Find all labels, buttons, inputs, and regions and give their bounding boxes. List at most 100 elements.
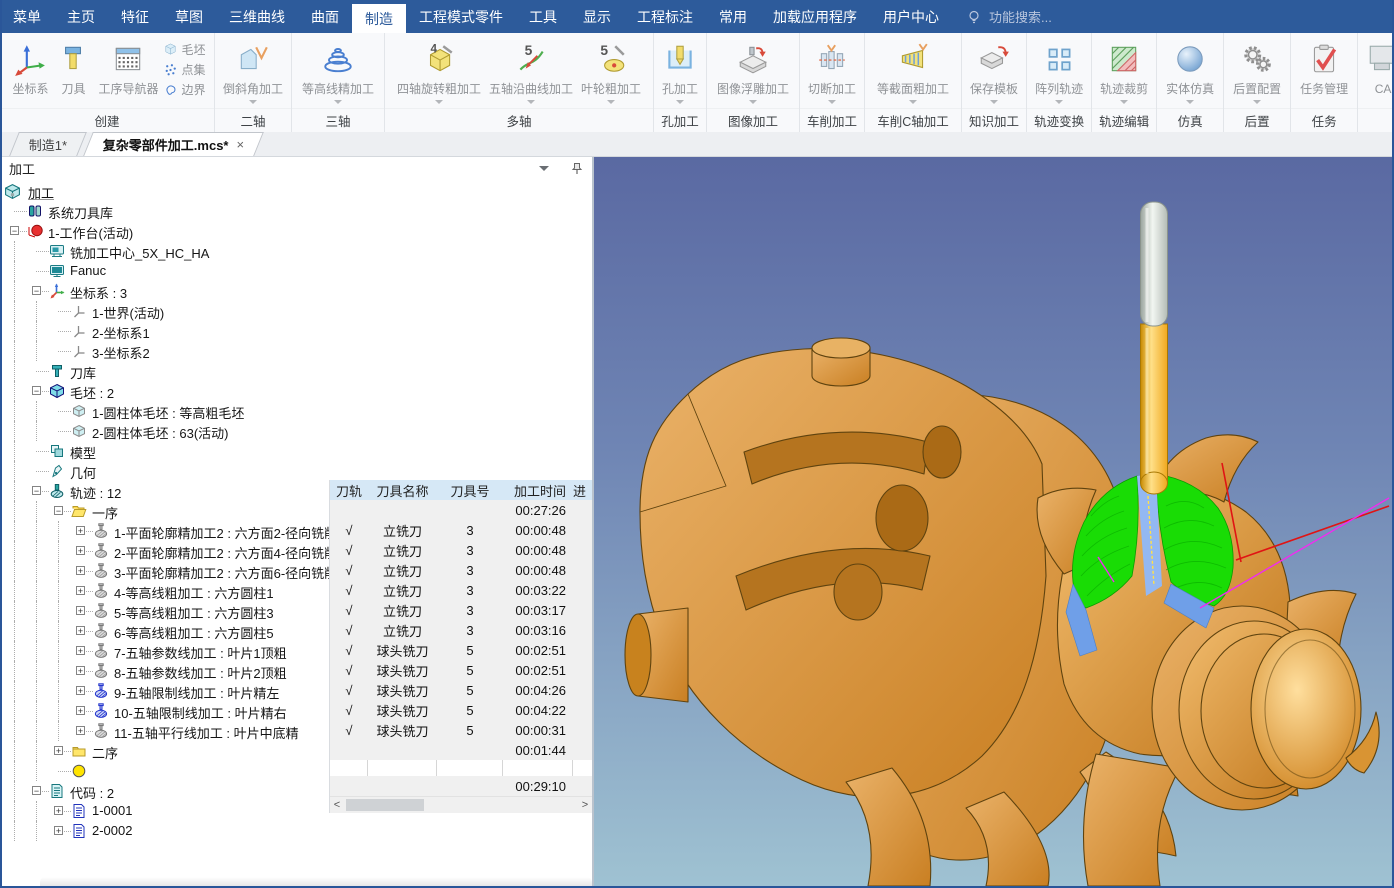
collapse-box-icon[interactable] [32, 486, 41, 495]
ribbon-button[interactable]: CA [1362, 36, 1394, 97]
expand-box-icon[interactable] [76, 726, 85, 735]
ribbon-button[interactable]: 工序导航器 [94, 36, 162, 97]
menu-item-6[interactable]: 曲面 [298, 0, 352, 33]
scroll-right-arrow-icon[interactable]: > [578, 798, 592, 812]
table-row[interactable]: 00:27:26 [330, 500, 592, 520]
pin-icon[interactable] [571, 162, 583, 175]
table-row[interactable]: 00:01:44 [330, 740, 592, 760]
expand-box-icon[interactable] [76, 606, 85, 615]
menu-item-2[interactable]: 主页 [54, 0, 108, 33]
dropdown-caret-icon[interactable] [434, 100, 443, 104]
expand-box-icon[interactable] [76, 546, 85, 555]
close-icon[interactable]: × [237, 137, 245, 152]
expand-box-icon[interactable] [76, 586, 85, 595]
ribbon-button[interactable]: 阵列轨迹 [1031, 36, 1087, 104]
table-column-header[interactable]: 加工时间 [503, 480, 573, 500]
3d-viewport[interactable] [594, 156, 1392, 886]
table-row[interactable]: √ 球头铣刀 5 00:04:22 [330, 700, 592, 720]
menu-item-7-active[interactable]: 制造 [352, 4, 406, 33]
expand-box-icon[interactable] [54, 806, 63, 815]
ribbon-button[interactable]: 4 四轴旋转粗加工 [393, 36, 485, 104]
dropdown-caret-icon[interactable] [607, 100, 616, 104]
tree-item[interactable]: 2-坐标系1 [0, 321, 592, 341]
table-row[interactable]: √ 立铣刀 3 00:03:16 [330, 620, 592, 640]
ribbon-small-button[interactable]: 点集 [163, 59, 206, 79]
document-tab-1[interactable]: 制造1* [9, 132, 88, 156]
menu-item-4[interactable]: 草图 [162, 0, 216, 33]
ribbon-button[interactable]: 5 五轴沿曲线加工 [485, 36, 577, 104]
ribbon-button[interactable]: 图像浮雕加工 [713, 36, 793, 104]
collapse-box-icon[interactable] [54, 506, 63, 515]
menu-item-13[interactable]: 加载应用程序 [760, 0, 870, 33]
expand-box-icon[interactable] [76, 686, 85, 695]
table-column-header[interactable]: 刀具名称 [368, 480, 437, 500]
function-search[interactable]: 功能搜索... [966, 0, 1052, 33]
chevron-down-icon[interactable] [539, 165, 549, 171]
tree-item[interactable]: 毛坯 : 2 [0, 381, 592, 401]
menu-item-10[interactable]: 显示 [570, 0, 624, 33]
document-tab-2-active[interactable]: 复杂零部件加工.mcs* × [83, 132, 265, 156]
table-column-header[interactable]: 刀具号 [437, 480, 503, 500]
menu-item-12[interactable]: 常用 [706, 0, 760, 33]
ribbon-button[interactable]: 等高线精加工 [298, 36, 378, 104]
tree-item[interactable]: 模型 [0, 441, 592, 461]
expand-box-icon[interactable] [76, 646, 85, 655]
tree-item[interactable]: 铣加工中心_5X_HC_HA [0, 241, 592, 261]
ribbon-button[interactable]: 刀具 [52, 36, 94, 97]
table-row[interactable]: √ 立铣刀 3 00:03:17 [330, 600, 592, 620]
table-horizontal-scrollbar[interactable]: < > [330, 796, 592, 813]
tree-item[interactable]: 3-坐标系2 [0, 341, 592, 361]
ribbon-small-button[interactable]: 毛坯 [163, 39, 206, 59]
dropdown-caret-icon[interactable] [676, 100, 685, 104]
table-row[interactable]: 00:29:10 [330, 776, 592, 796]
tree-item[interactable]: 系统刀具库 [0, 201, 592, 221]
ribbon-button[interactable]: 实体仿真 [1162, 36, 1218, 104]
menu-item-5[interactable]: 三维曲线 [216, 0, 298, 33]
dropdown-caret-icon[interactable] [828, 100, 837, 104]
dropdown-caret-icon[interactable] [527, 100, 535, 104]
expand-box-icon[interactable] [54, 746, 63, 755]
expand-box-icon[interactable] [76, 566, 85, 575]
panel-viewport-splitter[interactable] [592, 156, 594, 886]
dropdown-caret-icon[interactable] [249, 100, 257, 104]
menu-item-14[interactable]: 用户中心 [870, 0, 952, 33]
dropdown-caret-icon[interactable] [1186, 100, 1195, 104]
collapse-box-icon[interactable] [32, 286, 41, 295]
ribbon-button[interactable]: 倒斜角加工 [219, 36, 287, 104]
menu-item-9[interactable]: 工具 [516, 0, 570, 33]
dropdown-caret-icon[interactable] [1253, 100, 1262, 104]
table-row[interactable]: √ 立铣刀 3 00:00:48 [330, 560, 592, 580]
dropdown-caret-icon[interactable] [990, 100, 999, 104]
tree-item[interactable]: 2-0002 [0, 821, 592, 841]
table-row[interactable]: √ 球头铣刀 5 00:02:51 [330, 660, 592, 680]
scrollbar-track[interactable] [344, 798, 578, 812]
expand-box-icon[interactable] [76, 526, 85, 535]
scrollbar-thumb[interactable] [346, 799, 424, 811]
table-column-header[interactable]: 进 [573, 480, 592, 500]
ribbon-button[interactable]: 坐标系 [8, 36, 52, 97]
ribbon-button[interactable]: 等截面粗加工 [873, 36, 953, 104]
dropdown-caret-icon[interactable] [1120, 100, 1129, 104]
menu-item-8[interactable]: 工程模式零件 [406, 0, 516, 33]
collapse-box-icon[interactable] [32, 786, 41, 795]
expand-box-icon[interactable] [76, 666, 85, 675]
table-row[interactable]: √ 立铣刀 3 00:00:48 [330, 540, 592, 560]
dropdown-caret-icon[interactable] [334, 100, 342, 104]
table-row[interactable]: √ 立铣刀 3 00:03:22 [330, 580, 592, 600]
menu-item-11[interactable]: 工程标注 [624, 0, 706, 33]
ribbon-small-button[interactable]: 边界 [163, 79, 206, 99]
tree-item[interactable]: 加工 [0, 181, 592, 201]
ribbon-button[interactable]: 孔加工 [658, 36, 702, 104]
dropdown-caret-icon[interactable] [1055, 100, 1064, 104]
ribbon-button[interactable]: 切断加工 [804, 36, 860, 104]
tree-item[interactable]: 几何 [0, 461, 592, 481]
table-row[interactable]: √ 立铣刀 3 00:00:48 [330, 520, 592, 540]
tree-item[interactable]: 坐标系 : 3 [0, 281, 592, 301]
collapse-box-icon[interactable] [32, 386, 41, 395]
tree-item[interactable]: 1-圆柱体毛坯 : 等高粗毛坯 [0, 401, 592, 421]
scroll-left-arrow-icon[interactable]: < [330, 798, 344, 812]
collapse-box-icon[interactable] [10, 226, 19, 235]
ribbon-button[interactable]: 轨迹裁剪 [1096, 36, 1152, 104]
table-row[interactable]: √ 球头铣刀 5 00:02:51 [330, 640, 592, 660]
ribbon-button[interactable]: 后置配置 [1229, 36, 1285, 104]
